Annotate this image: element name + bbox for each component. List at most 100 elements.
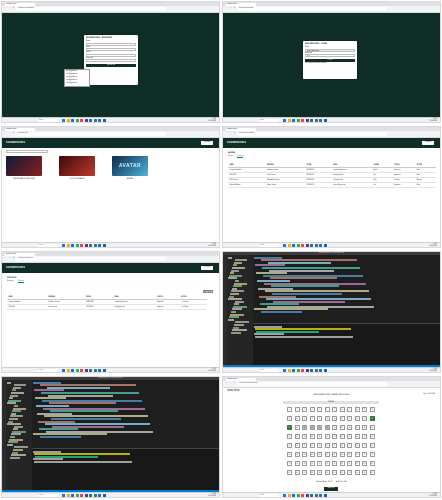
taskbar-app-icon[interactable]: [323, 119, 327, 122]
seat[interactable]: 6: [324, 407, 330, 412]
seat[interactable]: 26: [294, 425, 300, 430]
taskbar-app-icon[interactable]: [89, 494, 92, 497]
seat[interactable]: 36: [369, 425, 375, 430]
seat[interactable]: 77: [317, 461, 322, 466]
taskbar-app-icon[interactable]: [292, 369, 295, 372]
seat[interactable]: 64: [309, 452, 315, 457]
taskbar-app-icon[interactable]: [283, 369, 286, 372]
seat[interactable]: 47: [362, 434, 367, 439]
browser-tab[interactable]: localhost:3000: [226, 3, 256, 6]
seat[interactable]: 34: [354, 425, 360, 430]
taskbar-app-icon[interactable]: [71, 494, 74, 497]
brand-logo[interactable]: SHOWMOVIES: [227, 141, 246, 144]
taskbar-search[interactable]: Search: [259, 369, 279, 372]
seat[interactable]: 12: [369, 407, 375, 412]
seat[interactable]: 72: [369, 452, 375, 457]
taskbar-app-icon[interactable]: [319, 244, 322, 247]
taskbar-app-icon[interactable]: [75, 494, 79, 497]
brand-logo[interactable]: SHOWMOVIES: [6, 266, 25, 269]
seat[interactable]: 18: [324, 416, 330, 421]
taskbar-app-icon[interactable]: [314, 494, 318, 497]
browser-tab[interactable]: localhost:3000: [226, 128, 256, 131]
taskbar-app-icon[interactable]: [80, 494, 83, 497]
movie-card[interactable]: AVATAR AVATAR: [112, 156, 148, 180]
browser-tab[interactable]: localhost:3000: [5, 128, 35, 131]
seat[interactable]: 29: [317, 425, 322, 430]
tab-bookings[interactable]: Bookings: [7, 281, 14, 282]
seat[interactable]: 22: [354, 416, 360, 421]
taskbar-app-icon[interactable]: [84, 119, 88, 122]
autofill-option[interactable]: user5@gmail.com: [65, 83, 89, 86]
seat[interactable]: 80: [339, 461, 345, 466]
user-menu-button[interactable]: ☰ ADMIN: [201, 141, 213, 145]
taskbar-app-icon[interactable]: [287, 244, 291, 247]
taskbar-app-icon[interactable]: [62, 494, 65, 497]
code-editor[interactable]: [253, 255, 440, 323]
taskbar-app-icon[interactable]: [305, 119, 309, 122]
browser-tab[interactable]: localhost:3000: [5, 253, 35, 256]
taskbar-search[interactable]: Search: [259, 119, 279, 122]
add-theatre-button[interactable]: Add Theatre: [203, 290, 213, 293]
seat[interactable]: 61: [287, 452, 292, 457]
taskbar-app-icon[interactable]: [93, 244, 97, 247]
seat[interactable]: 76: [309, 461, 315, 466]
seat[interactable]: 68: [339, 452, 345, 457]
seat[interactable]: 17: [317, 416, 322, 421]
seat[interactable]: 96: [369, 470, 375, 475]
seat[interactable]: 32: [339, 425, 345, 430]
seat[interactable]: 31: [332, 425, 337, 430]
search-input[interactable]: [6, 150, 48, 153]
seat[interactable]: 10: [354, 407, 360, 412]
taskbar-app-icon[interactable]: [66, 244, 70, 247]
taskbar-app-icon[interactable]: [292, 244, 295, 247]
taskbar-search[interactable]: Search: [38, 369, 58, 372]
taskbar-app-icon[interactable]: [62, 244, 65, 247]
taskbar-app-icon[interactable]: [66, 494, 70, 497]
seat[interactable]: 39: [302, 434, 307, 439]
taskbar-app-icon[interactable]: [296, 244, 300, 247]
taskbar-app-icon[interactable]: [323, 369, 327, 372]
name-field[interactable]: [86, 42, 136, 46]
reload-icon[interactable]: ↻: [12, 132, 15, 135]
seat[interactable]: 33: [347, 425, 352, 430]
taskbar-search[interactable]: Search: [38, 119, 58, 122]
taskbar-app-icon[interactable]: [296, 119, 300, 122]
row-action-link[interactable]: Block: [415, 182, 436, 188]
taskbar-app-icon[interactable]: [80, 369, 83, 372]
seat[interactable]: 56: [339, 443, 345, 448]
seat[interactable]: 38: [294, 434, 300, 439]
taskbar-app-icon[interactable]: [102, 119, 106, 122]
taskbar-app-icon[interactable]: [62, 369, 65, 372]
seat[interactable]: 81: [347, 461, 352, 466]
taskbar-app-icon[interactable]: [296, 494, 300, 497]
seat[interactable]: 65: [317, 452, 322, 457]
taskbar-app-icon[interactable]: [323, 244, 327, 247]
taskbar-app-icon[interactable]: [66, 369, 70, 372]
taskbar-app-icon[interactable]: [301, 119, 304, 122]
book-now-button[interactable]: Book Now: [324, 487, 338, 491]
register-button[interactable]: REGISTER: [86, 63, 136, 67]
movie-card[interactable]: SPIDER-MAN NO WAY HOME: [6, 156, 42, 180]
address-bar[interactable]: localhost:3000/register: [16, 7, 166, 11]
reload-icon[interactable]: ↻: [233, 7, 236, 10]
seat[interactable]: 42: [324, 434, 330, 439]
seat[interactable]: 95: [362, 470, 367, 475]
taskbar-app-icon[interactable]: [323, 494, 327, 497]
seat[interactable]: 89: [317, 470, 322, 475]
seat[interactable]: 44: [339, 434, 345, 439]
taskbar-app-icon[interactable]: [93, 494, 97, 497]
seat[interactable]: 91: [332, 470, 337, 475]
seat[interactable]: 71: [362, 452, 367, 457]
forward-icon[interactable]: ›: [229, 7, 232, 10]
seat[interactable]: 7: [332, 407, 337, 412]
seat[interactable]: 14: [294, 416, 300, 421]
seat[interactable]: 13: [287, 416, 292, 421]
seat[interactable]: 62: [294, 452, 300, 457]
movie-poster[interactable]: [6, 156, 42, 176]
user-menu-button[interactable]: ☰ ADMIN: [422, 141, 434, 145]
seat[interactable]: 58: [354, 443, 360, 448]
seat[interactable]: 84: [369, 461, 375, 466]
seat[interactable]: 37: [287, 434, 292, 439]
forward-icon[interactable]: ›: [229, 132, 232, 135]
seat[interactable]: 92: [339, 470, 345, 475]
